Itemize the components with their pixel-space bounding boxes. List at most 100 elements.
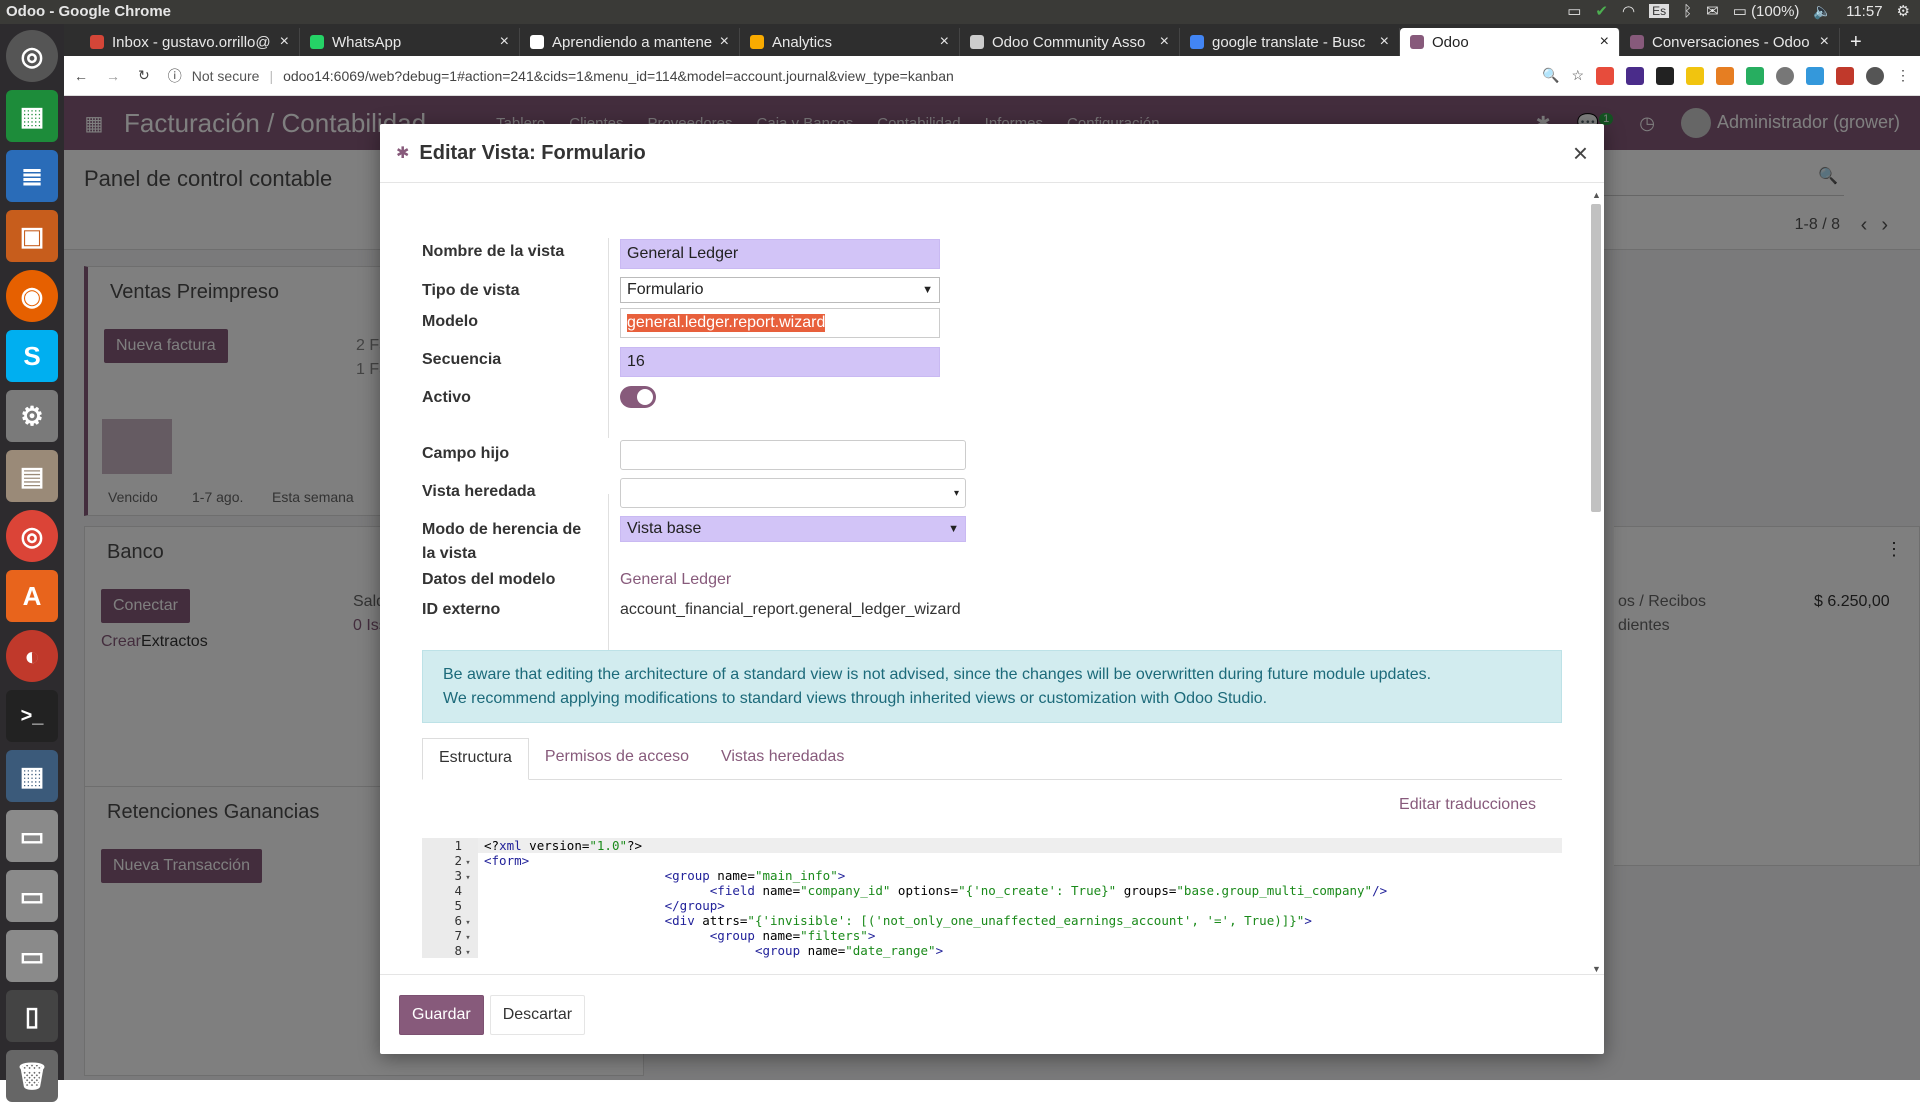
browser-tab[interactable]: Odoo × [1400, 28, 1620, 56]
close-tab-icon[interactable]: × [1380, 33, 1389, 51]
chrome-icon[interactable]: ◎ [6, 510, 58, 562]
workspaces-icon[interactable]: ▦ [6, 750, 58, 802]
files-icon[interactable]: ▤ [6, 450, 58, 502]
browser-tab[interactable]: Inbox - gustavo.orrillo@ × [80, 28, 300, 56]
model-input[interactable]: general.ledger.report.wizard [620, 308, 940, 338]
close-tab-icon[interactable]: × [940, 33, 949, 51]
software-center-icon[interactable]: A [6, 570, 58, 622]
model-data-link[interactable]: General Ledger [620, 568, 731, 592]
code-line[interactable]: 4 <field name="company_id" options="{'no… [422, 883, 1562, 898]
code-line[interactable]: 3 ▾ <group name="main_info"> [422, 868, 1562, 883]
close-tab-icon[interactable]: × [280, 33, 289, 51]
child-field-input[interactable] [620, 440, 966, 470]
settings-icon[interactable]: ⚙ [6, 390, 58, 442]
discard-button[interactable]: Descartar [489, 994, 586, 1035]
drive-icon-3[interactable]: ▭ [6, 930, 58, 982]
close-tab-icon[interactable]: × [720, 33, 729, 51]
code-token: <group [754, 943, 801, 958]
forward-icon[interactable]: → [106, 68, 120, 84]
close-tab-icon[interactable]: × [1600, 33, 1609, 51]
edit-view-dialog: ✱ Editar Vista: Formulario × ▲ ▼ Nombre … [380, 124, 1604, 1054]
menu-kebab-icon[interactable]: ⋮ [1896, 67, 1910, 84]
close-tab-icon[interactable]: × [1820, 33, 1829, 51]
info-icon[interactable]: ⓘ [168, 66, 182, 86]
active-toggle[interactable] [620, 386, 656, 408]
browser-tab[interactable]: google translate - Busc × [1180, 28, 1400, 56]
gear-icon[interactable]: ⚙ [1897, 2, 1910, 20]
extension-icon-1[interactable] [1596, 66, 1614, 85]
back-icon[interactable]: ← [74, 68, 88, 84]
spreadsheet-icon[interactable]: ▦ [6, 90, 58, 142]
close-icon[interactable]: × [1573, 138, 1588, 169]
code-token: <group [664, 868, 710, 883]
save-button[interactable]: Guardar [399, 994, 484, 1035]
zoom-icon[interactable]: 🔍 [1542, 67, 1559, 84]
omnibox[interactable]: ⓘ Not secure | odoo14:6069/web?debug=1#a… [168, 66, 954, 86]
wifi-icon[interactable]: ◠ [1622, 2, 1635, 20]
tab-vistas-heredadas[interactable]: Vistas heredadas [705, 738, 860, 779]
browser-tab[interactable]: Conversaciones - Odoo × [1620, 28, 1840, 56]
code-line[interactable]: 5 </group> [422, 898, 1562, 913]
update-icon[interactable]: ✔ [1595, 2, 1608, 20]
extension-icon-4[interactable] [1686, 66, 1704, 85]
reload-icon[interactable]: ↻ [138, 67, 150, 84]
drive-icon-1[interactable]: ▭ [6, 810, 58, 862]
edit-translations-link[interactable]: Editar traducciones [1399, 796, 1536, 814]
new-tab-icon[interactable]: + [1840, 28, 1872, 56]
code-editor[interactable]: 1 <?xml version="1.0"?> 2 ▾ <form> 3 ▾ <group … [422, 838, 1562, 958]
extension-icon-7[interactable] [1776, 66, 1794, 85]
tab-permisos[interactable]: Permisos de acceso [529, 738, 705, 779]
extension-icon-8[interactable] [1806, 66, 1824, 85]
writer-icon[interactable]: ≣ [6, 150, 58, 202]
volume-icon[interactable]: 🔈 [1813, 2, 1832, 20]
extension-icon-2[interactable] [1626, 66, 1644, 85]
skype-icon[interactable]: S [6, 330, 58, 382]
extensions: 🔍 ☆ ⋮ [1542, 66, 1910, 85]
extension-icon-3[interactable] [1656, 66, 1674, 85]
close-tab-icon[interactable]: × [500, 33, 509, 51]
code-line[interactable]: 8 ▾ <group name="date_range"> [422, 943, 1562, 958]
drive-icon-2[interactable]: ▭ [6, 870, 58, 922]
code-line[interactable]: 7 ▾ <group name="filters"> [422, 928, 1562, 943]
inherited-view-select[interactable]: ▾ [620, 478, 966, 508]
ubuntu-dash-icon[interactable]: ◎ [6, 30, 58, 82]
browser-tab[interactable]: Analytics × [740, 28, 960, 56]
view-type-select[interactable]: Formulario ▼ [620, 277, 940, 303]
scroll-up-icon[interactable]: ▲ [1592, 190, 1601, 200]
code-line[interactable]: 6 ▾ <div attrs="{'invisible': [('not_only… [422, 913, 1562, 928]
sequence-input[interactable]: 16 [620, 347, 940, 377]
extension-icon-5[interactable] [1716, 66, 1734, 85]
terminal-icon[interactable]: >_ [6, 690, 58, 742]
screen-icon[interactable]: ▭ [1567, 2, 1581, 20]
browser-tab[interactable]: Aprendiendo a mantener × [520, 28, 740, 56]
mail-icon[interactable]: ✉ [1706, 2, 1719, 20]
extension-icon-6[interactable] [1746, 66, 1764, 85]
view-name-input[interactable]: General Ledger [620, 239, 940, 269]
battery-indicator[interactable]: ▭ (100%) [1733, 2, 1800, 20]
clock[interactable]: 11:57 [1846, 3, 1882, 20]
disc-icon[interactable]: ◐ [6, 630, 58, 682]
bluetooth-icon[interactable]: ᛒ [1683, 3, 1692, 20]
phone-icon[interactable]: ▯ [6, 990, 58, 1042]
fold-arrow-icon[interactable]: ▾ [462, 946, 474, 958]
browser-tab[interactable]: WhatsApp × [300, 28, 520, 56]
bookmark-star-icon[interactable]: ☆ [1571, 67, 1584, 84]
tab-estructura[interactable]: Estructura [422, 738, 529, 780]
keyboard-layout[interactable]: Es [1649, 4, 1670, 18]
profile-icon[interactable] [1866, 66, 1884, 85]
browser-tab[interactable]: Odoo Community Asso × [960, 28, 1180, 56]
scroll-down-icon[interactable]: ▼ [1592, 964, 1601, 974]
scroll-thumb[interactable] [1591, 204, 1601, 512]
close-tab-icon[interactable]: × [1160, 33, 1169, 51]
impress-icon[interactable]: ▣ [6, 210, 58, 262]
extension-icon-9[interactable] [1836, 66, 1854, 85]
trash-icon[interactable]: 🗑 [6, 1050, 58, 1102]
inherit-mode-select[interactable]: Vista base ▼ [620, 516, 966, 542]
url-text[interactable]: odoo14:6069/web?debug=1#action=241&cids=… [283, 68, 954, 84]
code-token: name= [800, 943, 846, 958]
indent-guide [484, 883, 710, 898]
code-line[interactable]: 2 ▾ <form> [422, 853, 1562, 868]
firefox-icon[interactable]: ◉ [6, 270, 58, 322]
dialog-scrollbar[interactable]: ▲ ▼ [1590, 190, 1602, 974]
code-line[interactable]: 1 <?xml version="1.0"?> [422, 838, 1562, 853]
